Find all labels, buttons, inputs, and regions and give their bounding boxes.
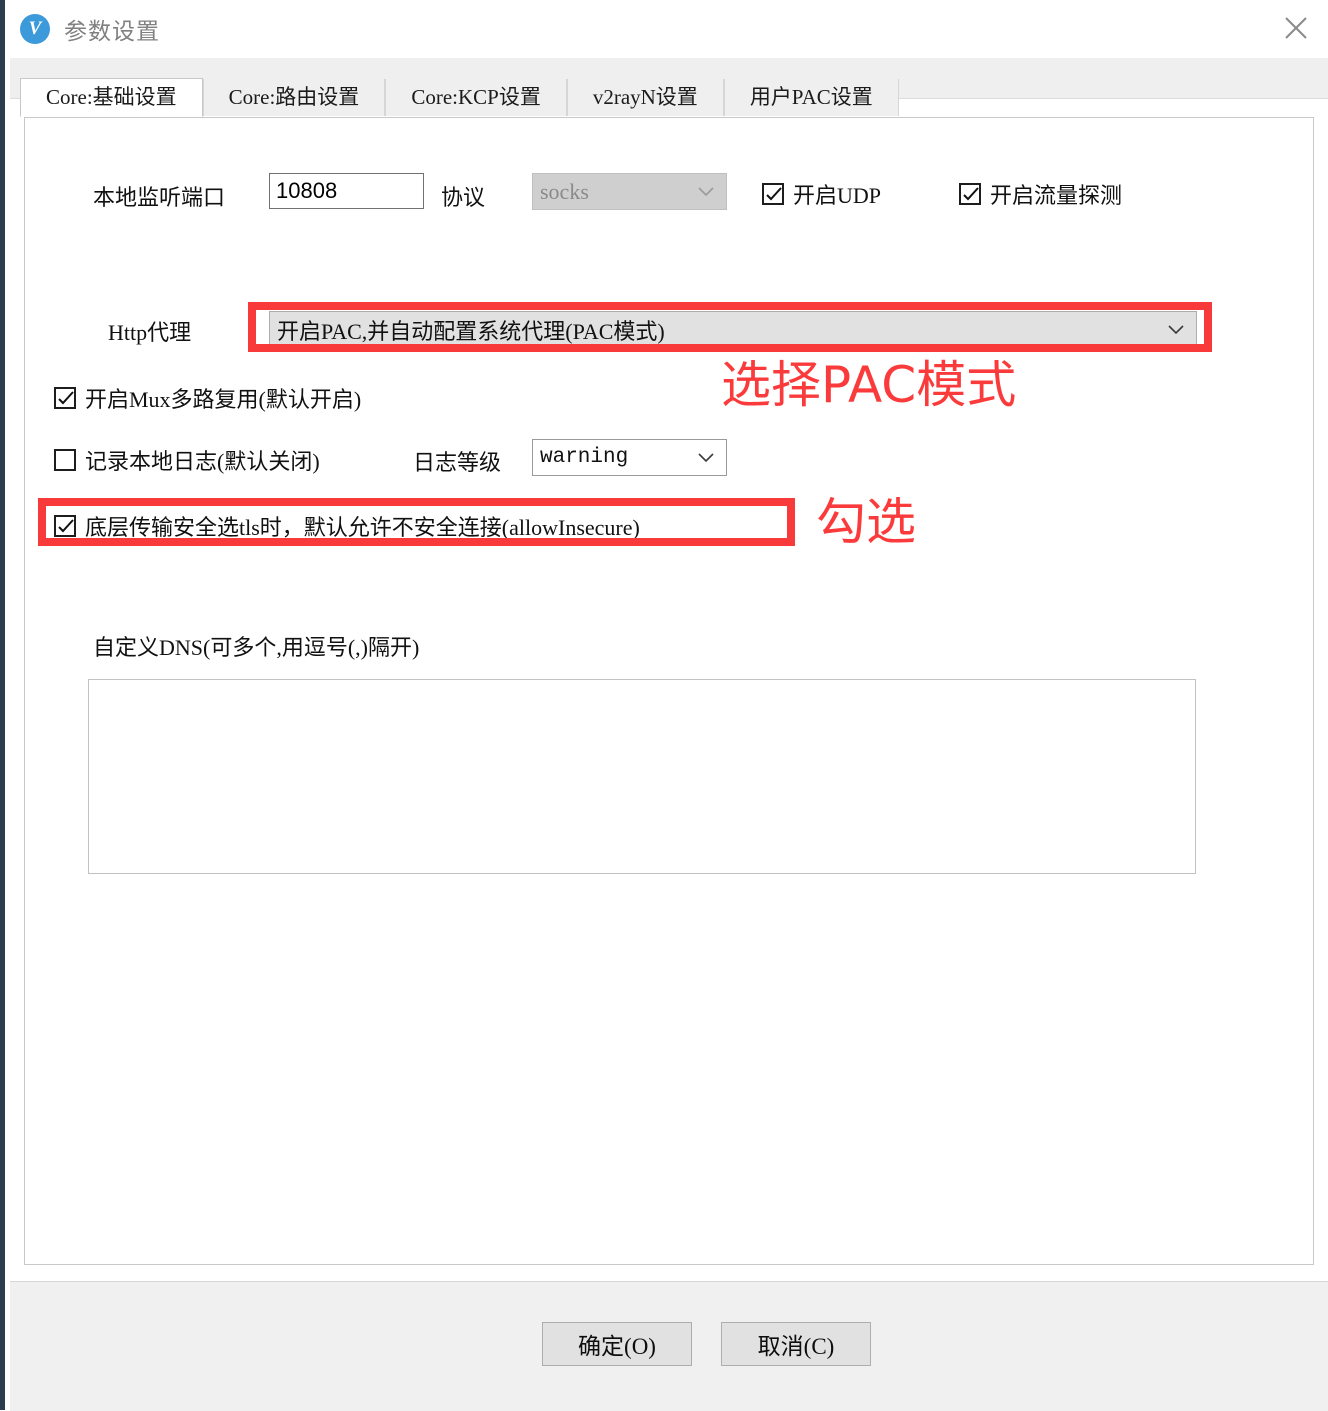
local-port-label: 本地监听端口 (93, 185, 226, 210)
annotation-text-select-pac: 选择PAC模式 (721, 356, 1017, 414)
check-icon (766, 187, 782, 201)
http-proxy-label: Http代理 (108, 320, 192, 345)
settings-panel: 本地监听端口 协议 socks 开启UDP 开启流量探测 (24, 117, 1314, 1265)
sniffing-checkbox-row[interactable]: 开启流量探测 (959, 178, 1122, 210)
tab-v2rayn[interactable]: v2rayN设置 (566, 79, 724, 116)
tab-core-routing[interactable]: Core:路由设置 (202, 79, 386, 116)
udp-checkbox[interactable] (762, 183, 784, 205)
chevron-down-icon (698, 186, 714, 196)
app-logo-letter: V (28, 18, 42, 39)
tab-user-pac[interactable]: 用户PAC设置 (723, 79, 899, 116)
sniffing-checkbox[interactable] (959, 183, 981, 205)
ok-button[interactable]: 确定(O) (542, 1322, 692, 1366)
log-level-select[interactable]: warning (532, 439, 727, 476)
custom-dns-textarea[interactable] (88, 679, 1196, 874)
protocol-select[interactable]: socks (532, 173, 727, 210)
tab-strip: Core:基础设置 Core:路由设置 Core:KCP设置 v2rayN设置 … (10, 58, 1328, 117)
local-log-checkbox-label: 记录本地日志(默认关闭) (85, 449, 320, 474)
mux-checkbox[interactable] (54, 387, 76, 409)
udp-checkbox-row[interactable]: 开启UDP (762, 178, 881, 210)
local-log-checkbox[interactable] (54, 449, 76, 471)
check-icon (58, 391, 74, 405)
annotation-text-check-it: 勾选 (816, 493, 916, 551)
udp-checkbox-label: 开启UDP (793, 183, 882, 208)
tab-core-kcp[interactable]: Core:KCP设置 (385, 79, 567, 116)
custom-dns-label: 自定义DNS(可多个,用逗号(,)隔开) (93, 635, 420, 660)
allow-insecure-checkbox-row[interactable]: 底层传输安全选tls时，默认允许不安全连接(allowInsecure) (54, 510, 640, 542)
tab-core-basic[interactable]: Core:基础设置 (20, 78, 203, 117)
log-level-label: 日志等级 (413, 450, 502, 475)
check-icon (58, 519, 74, 533)
cancel-button[interactable]: 取消(C) (721, 1322, 871, 1366)
app-logo-icon: V (20, 14, 50, 44)
close-window-button[interactable] (1264, 0, 1328, 56)
window-title: 参数设置 (64, 18, 160, 44)
check-icon (963, 187, 979, 201)
local-port-input[interactable] (269, 173, 424, 209)
tab-list: Core:基础设置 Core:路由设置 Core:KCP设置 v2rayN设置 … (20, 78, 899, 117)
chevron-down-icon (1168, 324, 1184, 334)
allow-insecure-checkbox[interactable] (54, 515, 76, 537)
mux-checkbox-label: 开启Mux多路复用(默认开启) (85, 387, 362, 412)
settings-window: V 参数设置 Core:基础设置 Core:路由设置 Core:KCP设置 v2… (0, 0, 1328, 1411)
close-icon (1285, 17, 1307, 39)
log-level-select-value: warning (540, 446, 629, 469)
protocol-label: 协议 (441, 185, 486, 210)
chevron-down-icon (698, 452, 714, 462)
sniffing-checkbox-label: 开启流量探测 (990, 183, 1123, 208)
title-bar: V 参数设置 (5, 0, 1328, 58)
protocol-select-value: socks (540, 178, 589, 204)
http-proxy-select[interactable]: 开启PAC,并自动配置系统代理(PAC模式) (269, 311, 1197, 348)
mux-checkbox-row[interactable]: 开启Mux多路复用(默认开启) (54, 382, 361, 414)
http-proxy-select-value: 开启PAC,并自动配置系统代理(PAC模式) (277, 318, 665, 344)
local-log-checkbox-row[interactable]: 记录本地日志(默认关闭) (54, 444, 320, 476)
dialog-footer: 确定(O) 取消(C) (10, 1281, 1328, 1411)
allow-insecure-checkbox-label: 底层传输安全选tls时，默认允许不安全连接(allowInsecure) (85, 515, 640, 540)
